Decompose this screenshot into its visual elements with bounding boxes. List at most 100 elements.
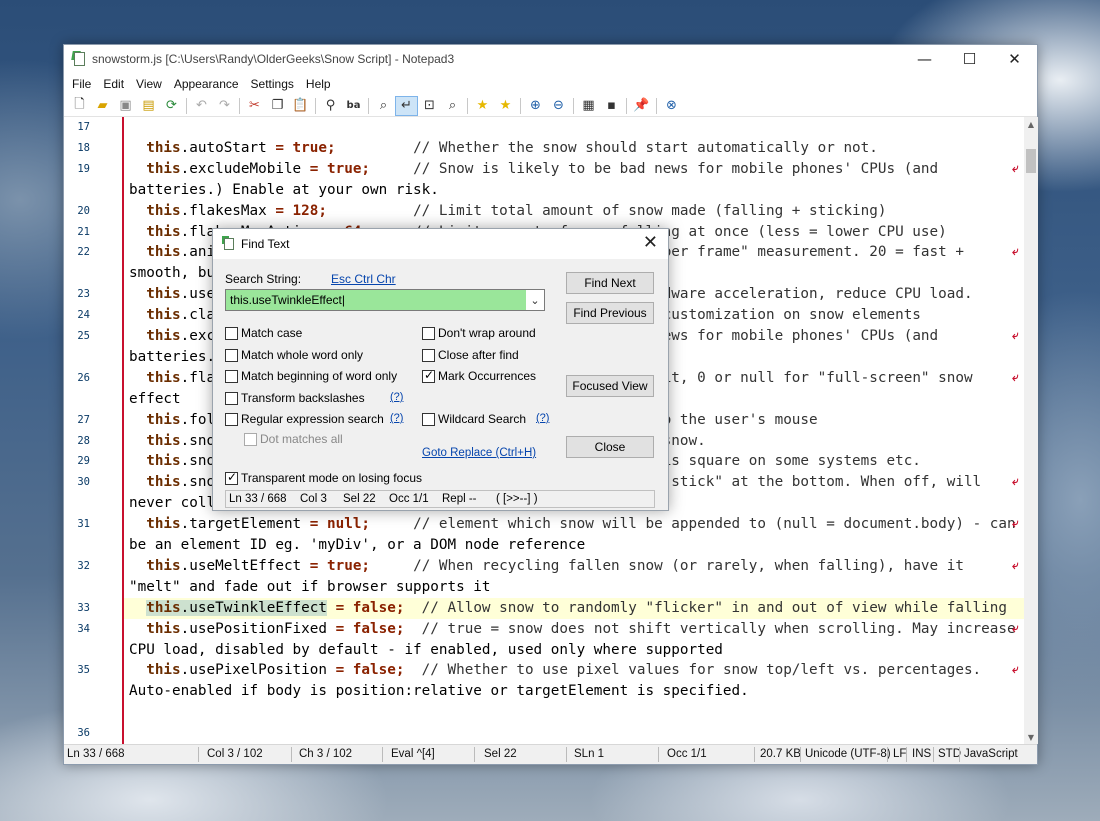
wildcard-search-checkbox[interactable]: Wildcard Search (422, 412, 526, 426)
wrap-indicator-icon: ⤶ (1012, 369, 1019, 384)
scrollbar-thumb[interactable] (1026, 149, 1036, 173)
code-line: this.flakesMax = 128; // Limit total amo… (146, 202, 887, 219)
menu-help[interactable]: Help (300, 77, 337, 91)
wrap-indicator-icon: ⤶ (1012, 557, 1019, 572)
scroll-up-icon[interactable]: ▲ (1024, 117, 1038, 131)
favorites-icon[interactable]: ★ (471, 96, 494, 116)
code-line: CPU load, disabled by default - if enabl… (129, 641, 723, 658)
dialog-status-wrap: ( [>>--] ) (496, 493, 538, 505)
line-number: 27 (77, 413, 90, 426)
code-line: this.useTwinkleEffect = false; // Allow … (146, 599, 1007, 616)
copy-icon[interactable]: ❐ (266, 96, 289, 116)
transparent-mode-checkbox[interactable]: Transparent mode on losing focus (225, 470, 422, 485)
zoom-find-icon[interactable]: ⊡ (418, 96, 441, 116)
new-file-icon[interactable]: 🗋 (68, 96, 91, 116)
add-favorite-icon[interactable]: ★ (494, 96, 517, 116)
search-input[interactable]: this.useTwinkleEffect | ⌄ (225, 289, 545, 311)
wrap-indicator-icon: ⤶ (1012, 620, 1019, 635)
status-line: Ln 33 / 668 (67, 748, 125, 760)
exit-icon[interactable]: ⊗ (660, 96, 683, 116)
maximize-button[interactable]: ☐ (947, 45, 992, 73)
wildcard-help-link[interactable]: (?) (536, 412, 549, 424)
dont-wrap-checkbox[interactable]: Don't wrap around (422, 326, 536, 340)
dialog-title-bar[interactable]: Find Text ✕ (213, 229, 668, 259)
focused-view-button[interactable]: Focused View (566, 375, 654, 397)
code-line: this.useMeltEffect = true; // When recyc… (146, 557, 964, 574)
chevron-down-icon[interactable]: ⌄ (526, 290, 544, 310)
line-number: 17 (77, 121, 90, 133)
view-icon[interactable]: ⌕ (441, 96, 464, 116)
close-after-find-checkbox[interactable]: Close after find (422, 348, 519, 362)
minimize-button[interactable]: — (902, 45, 947, 73)
menu-appearance[interactable]: Appearance (168, 77, 245, 91)
regex-search-checkbox[interactable]: Regular expression search (225, 412, 384, 426)
toolbar: 🗋 ▰ ▣ ▤ ⟳ ↶ ↷ ✂ ❐ 📋 ⚲ ba ⌕ ↵ ⊡ ⌕ ★ ★ ⊕ ⊖… (64, 95, 1037, 117)
line-number: 36 (77, 727, 90, 740)
save-icon[interactable]: ▣ (114, 96, 137, 116)
match-case-checkbox[interactable]: Match case (225, 326, 302, 340)
line-number: 32 (77, 559, 90, 572)
goto-replace-link[interactable]: Goto Replace (Ctrl+H) (422, 447, 536, 459)
line-number: 30 (77, 476, 90, 489)
status-ins[interactable]: INS (912, 748, 931, 760)
menu-settings[interactable]: Settings (245, 77, 300, 91)
redo-icon[interactable]: ↷ (213, 96, 236, 116)
line-number: 21 (77, 225, 90, 238)
title-bar[interactable]: snowstorm.js [C:\Users\Randy\OlderGeeks\… (64, 45, 1037, 73)
wrap-indicator-icon: ⤶ (1012, 328, 1019, 342)
close-button[interactable]: ✕ (992, 45, 1037, 73)
dot-matches-all-checkbox[interactable]: Dot matches all (244, 432, 343, 446)
view-schemes-icon[interactable]: ▦ (577, 96, 600, 116)
mark-occurrences-checkbox[interactable]: Mark Occurrences (422, 368, 536, 383)
wrap-indicator-icon: ⤶ (1012, 244, 1019, 259)
open-folder-icon[interactable]: ▰ (91, 96, 114, 116)
undo-icon[interactable]: ↶ (190, 96, 213, 116)
zoom-in-icon[interactable]: ⊕ (524, 96, 547, 116)
zoom-out-icon[interactable]: ⊖ (547, 96, 570, 116)
menu-file[interactable]: File (66, 77, 97, 91)
paste-icon[interactable]: 📋 (289, 96, 312, 116)
find-icon[interactable]: ⚲ (319, 96, 342, 116)
line-number: 35 (77, 664, 90, 677)
line-number: 29 (77, 455, 90, 468)
status-lexer[interactable]: JavaScript (964, 748, 1018, 760)
status-char: Ch 3 / 102 (299, 748, 353, 760)
menu-view[interactable]: View (130, 77, 168, 91)
match-whole-word-checkbox[interactable]: Match whole word only (225, 348, 363, 362)
pin-icon[interactable]: 📌 (630, 96, 653, 116)
esc-ctrl-chr-link[interactable]: Esc Ctrl Chr (331, 272, 396, 286)
code-line: this.autoStart = true; // Whether the sn… (146, 139, 878, 156)
status-bar: Ln 33 / 668 Col 3 / 102 Ch 3 / 102 Eval … (64, 744, 1037, 764)
word-wrap-icon[interactable]: ↵ (395, 95, 418, 116)
vertical-scrollbar[interactable]: ▲ ▼ (1024, 117, 1038, 744)
dialog-status-occ: Occ 1/1 (389, 493, 429, 505)
match-beginning-checkbox[interactable]: Match beginning of word only (225, 369, 397, 383)
dialog-title: Find Text (241, 237, 290, 251)
dialog-close-icon[interactable]: ✕ (643, 232, 658, 253)
find-next-button[interactable]: Find Next (566, 272, 654, 294)
scroll-down-icon[interactable]: ▼ (1024, 730, 1038, 744)
line-number: 25 (77, 330, 90, 342)
code-line: this.excludeMobile = true; // Snow is li… (146, 160, 939, 177)
find-previous-button[interactable]: Find Previous (566, 302, 654, 324)
line-number: 19 (77, 162, 90, 175)
status-std[interactable]: STD (938, 748, 961, 760)
find-text-dialog: Find Text ✕ Search String: Esc Ctrl Chr … (212, 228, 669, 511)
code-line: this.usePixelPosition = false; // Whethe… (146, 662, 982, 679)
reload-icon[interactable]: ⟳ (160, 96, 183, 116)
search-in-files-icon[interactable]: ⌕ (372, 96, 395, 116)
line-number: 20 (77, 204, 90, 217)
save-as-icon[interactable]: ▤ (137, 96, 160, 116)
transform-backslashes-checkbox[interactable]: Transform backslashes (225, 391, 365, 405)
status-eol[interactable]: LF (893, 748, 906, 760)
status-encoding[interactable]: Unicode (UTF-8) (805, 748, 891, 760)
menu-edit[interactable]: Edit (97, 77, 130, 91)
cut-icon[interactable]: ✂ (243, 96, 266, 116)
close-dialog-button[interactable]: Close (566, 436, 654, 458)
replace-icon[interactable]: ba (342, 96, 365, 116)
code-line: this.targetElement = null; // element wh… (146, 516, 1016, 533)
regex-help-link[interactable]: (?) (390, 412, 403, 424)
customize-icon[interactable]: ▪ (600, 96, 623, 116)
transform-help-link[interactable]: (?) (390, 391, 403, 403)
menu-bar: File Edit View Appearance Settings Help (64, 73, 1037, 95)
